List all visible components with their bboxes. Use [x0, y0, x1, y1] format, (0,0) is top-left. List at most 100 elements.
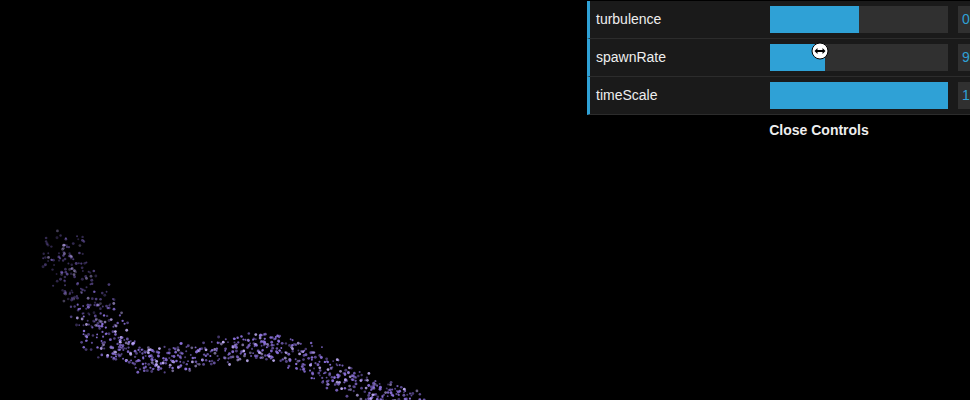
- particle: [289, 359, 292, 362]
- particle: [93, 311, 96, 314]
- particle: [163, 359, 165, 361]
- particle: [93, 290, 95, 292]
- particle: [127, 346, 129, 348]
- particle: [72, 242, 75, 245]
- particle: [304, 371, 306, 373]
- particle: [42, 265, 45, 268]
- particle: [115, 355, 117, 357]
- particle: [115, 354, 117, 356]
- particle: [99, 312, 101, 314]
- particle: [344, 379, 347, 382]
- particle: [270, 350, 273, 353]
- particle: [121, 320, 123, 322]
- particle: [117, 348, 120, 351]
- value-field[interactable]: 1: [958, 82, 970, 109]
- particle: [75, 262, 78, 265]
- particle: [318, 361, 320, 363]
- particle: [85, 340, 87, 342]
- particle: [145, 363, 147, 365]
- particle: [389, 383, 392, 386]
- control-row: spawnRate9: [587, 39, 970, 77]
- particle: [116, 343, 118, 345]
- particle: [78, 262, 80, 264]
- particle: [101, 340, 103, 342]
- particle: [285, 360, 288, 363]
- particle: [162, 357, 164, 359]
- particle: [363, 390, 366, 393]
- particle: [108, 283, 111, 286]
- particle: [171, 367, 173, 369]
- particle: [353, 390, 355, 392]
- particle: [70, 257, 72, 259]
- particle: [312, 351, 315, 354]
- particle: [67, 262, 69, 264]
- particle: [185, 350, 187, 352]
- value-field[interactable]: 0: [958, 6, 970, 33]
- particle: [211, 360, 213, 362]
- particle: [240, 352, 242, 354]
- particle: [42, 257, 44, 259]
- slider-track[interactable]: [770, 6, 948, 33]
- particle: [232, 346, 235, 349]
- particle: [70, 255, 73, 258]
- particle: [69, 292, 71, 294]
- particle: [99, 298, 102, 301]
- particle: [127, 350, 130, 353]
- particle: [76, 283, 79, 286]
- particle: [202, 341, 205, 344]
- particle: [63, 292, 65, 294]
- value-field[interactable]: 9: [958, 44, 970, 71]
- particle: [206, 353, 208, 355]
- particle: [62, 259, 64, 261]
- particle: [322, 380, 324, 382]
- particle: [347, 371, 350, 374]
- particle: [166, 352, 169, 355]
- particle: [186, 363, 188, 365]
- particle: [109, 338, 112, 341]
- particle: [47, 256, 50, 259]
- particle: [317, 372, 320, 375]
- particle: [275, 336, 277, 338]
- particle: [319, 375, 321, 377]
- particle: [380, 387, 382, 389]
- particle: [390, 381, 393, 384]
- particle: [92, 334, 95, 337]
- particle: [224, 347, 227, 350]
- particle: [367, 372, 370, 375]
- particle: [262, 349, 264, 351]
- particle: [320, 356, 323, 359]
- particle: [359, 398, 362, 400]
- particle: [350, 367, 353, 370]
- particle: [63, 244, 66, 247]
- particle: [62, 251, 64, 253]
- particle: [121, 347, 124, 350]
- particle: [102, 336, 104, 338]
- particle: [268, 353, 270, 355]
- particle: [83, 330, 85, 332]
- particle: [243, 355, 246, 358]
- particle: [419, 393, 421, 395]
- particle: [231, 350, 234, 353]
- slider-track[interactable]: [770, 44, 948, 71]
- particle: [106, 291, 108, 293]
- particle: [237, 356, 239, 358]
- particle: [58, 252, 60, 254]
- particle: [319, 369, 322, 372]
- particle: [80, 341, 83, 344]
- particle: [301, 350, 304, 353]
- particle: [135, 352, 138, 355]
- particle: [105, 332, 107, 334]
- particle: [52, 285, 54, 287]
- particle: [345, 395, 348, 398]
- particle: [297, 350, 299, 352]
- particle: [103, 314, 105, 316]
- particle: [95, 318, 98, 321]
- slider-track[interactable]: [770, 82, 948, 109]
- particle: [409, 392, 411, 394]
- particle: [391, 393, 394, 396]
- particle: [321, 377, 323, 379]
- particle: [331, 376, 333, 378]
- particle: [236, 336, 238, 338]
- close-controls-button[interactable]: Close Controls: [587, 118, 970, 143]
- particle: [227, 357, 229, 359]
